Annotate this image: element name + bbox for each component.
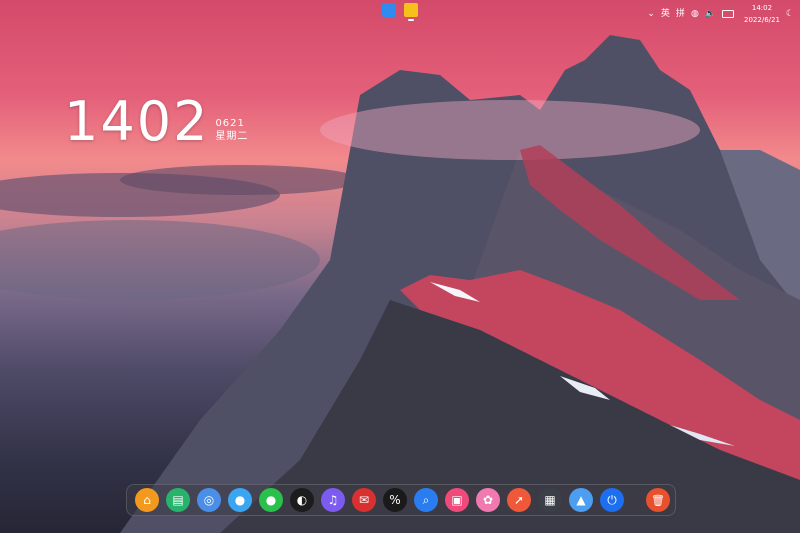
file-manager-icon[interactable] (404, 3, 418, 21)
clock-widget: 1402 0621 星期二 (64, 95, 248, 149)
editor-app-icon[interactable]: ▣ (445, 488, 469, 512)
ime-english-indicator[interactable]: 英 (661, 8, 670, 20)
search-app-icon[interactable]: ⌕ (414, 488, 438, 512)
calculator-app-icon[interactable]: ▦ (538, 488, 562, 512)
dock: ⌂ ▤ ◎ ● ● ◐ ♫ ✉% ⌕ ▣ ✿ ➚ ▦ ▲ ⏻ 🗑 (126, 484, 676, 516)
panel-app-strip (382, 3, 418, 21)
trash-icon[interactable]: 🗑 (646, 488, 670, 512)
home-app-icon[interactable]: ⌂ (135, 488, 159, 512)
power-app-icon[interactable]: ⏻ (600, 488, 624, 512)
widget-time: 1402 (64, 90, 210, 153)
top-panel: ⌄ 英 拼 ◍ 🔈 14:02 2022/6/21 ☾ (0, 0, 800, 24)
browser-icon[interactable]: ◎ (197, 488, 221, 512)
volume-icon[interactable]: 🔈 (705, 8, 716, 20)
network-icon[interactable]: ◍ (691, 8, 699, 20)
penguin-app-icon[interactable]: ● (228, 488, 252, 512)
battery-icon[interactable] (722, 10, 735, 18)
mail-app-icon[interactable]: ✉ (352, 488, 376, 512)
rocket-app-icon[interactable]: ➚ (507, 488, 531, 512)
tray-date: 2022/6/21 (744, 16, 780, 24)
system-tray: ⌄ 英 拼 ◍ 🔈 14:02 2022/6/21 ☾ (647, 2, 794, 26)
palette-app-icon[interactable]: ✿ (476, 488, 500, 512)
desktop-wallpaper (0, 0, 800, 533)
notification-app-icon[interactable]: ♫ (321, 488, 345, 512)
launcher-icon[interactable] (382, 3, 396, 17)
widget-weekday: 星期二 (215, 131, 249, 142)
photos-app-icon[interactable]: ▲ (569, 488, 593, 512)
widget-date: 0621 (215, 118, 245, 129)
chat-app-icon[interactable]: ● (259, 488, 283, 512)
tray-time: 14:02 (751, 4, 773, 12)
tray-clock[interactable]: 14:02 2022/6/21 (744, 2, 780, 26)
ime-pinyin-indicator[interactable]: 拼 (676, 8, 685, 20)
chevron-down-icon[interactable]: ⌄ (647, 8, 655, 20)
app-store-icon[interactable]: ▤ (166, 488, 190, 512)
media-app-icon[interactable]: ◐ (290, 488, 314, 512)
percent-app-icon[interactable]: % (383, 488, 407, 512)
moon-icon[interactable]: ☾ (786, 8, 794, 20)
